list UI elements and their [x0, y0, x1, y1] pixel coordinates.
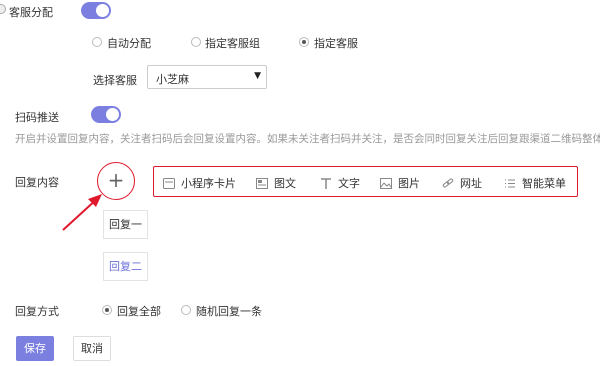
text-icon — [321, 177, 331, 189]
menu-item-label: 图片 — [398, 177, 420, 190]
scan-push-label: 扫码推送 — [15, 111, 59, 124]
link-icon — [442, 178, 454, 187]
reply-item-2[interactable]: 回复二 — [103, 252, 148, 281]
menu-item-miniprogram[interactable]: 小程序卡片 — [163, 175, 236, 191]
agent-select[interactable]: 小芝麻 ▼ — [147, 65, 267, 89]
chevron-down-icon: ▼ — [254, 71, 261, 81]
article-icon — [256, 177, 268, 189]
reply-type-menu: 小程序卡片 图文 文字 图片 网址 智能菜单 — [153, 166, 578, 197]
menu-item-article[interactable]: 图文 — [256, 175, 296, 191]
menu-list-icon — [505, 179, 515, 187]
select-agent-label: 选择客服 — [93, 74, 137, 87]
menu-item-label: 小程序卡片 — [181, 177, 236, 190]
menu-item-label: 网址 — [460, 177, 482, 190]
option-reply-all[interactable]: 回复全部 — [117, 303, 161, 319]
toggle-knob — [96, 4, 109, 17]
menu-item-image[interactable]: 图片 — [380, 175, 420, 191]
option-assign-group[interactable]: 指定客服组 — [205, 35, 260, 51]
miniprogram-card-icon — [163, 177, 175, 189]
toggle-knob — [106, 108, 119, 121]
radio-reply-random[interactable] — [181, 305, 191, 315]
menu-item-smart-menu[interactable]: 智能菜单 — [504, 175, 566, 191]
reply-item-1[interactable]: 回复一 — [103, 210, 148, 239]
menu-item-label: 图文 — [274, 177, 296, 190]
reply-mode-label: 回复方式 — [15, 305, 59, 318]
agent-select-value: 小芝麻 — [156, 73, 189, 86]
scan-push-hint: 开启并设置回复内容，关注者扫码后会回复设置内容。如果未关注者扫码并关注，是否会同… — [15, 133, 600, 145]
menu-item-label: 智能菜单 — [522, 177, 566, 190]
cancel-button[interactable]: 取消 — [73, 336, 111, 361]
help-icon — [0, 4, 6, 14]
radio-assign-agent[interactable] — [299, 37, 309, 47]
save-button[interactable]: 保存 — [16, 336, 54, 361]
menu-item-text[interactable]: 文字 — [320, 175, 360, 191]
image-icon — [380, 177, 392, 189]
option-reply-random[interactable]: 随机回复一条 — [196, 303, 262, 319]
radio-reply-all[interactable] — [102, 305, 112, 315]
reply-content-label: 回复内容 — [15, 176, 59, 189]
plus-icon: + — [107, 168, 125, 192]
menu-item-label: 文字 — [338, 177, 360, 190]
scan-push-toggle[interactable] — [91, 106, 121, 123]
radio-assign-group[interactable] — [191, 37, 201, 47]
customer-assign-label: 客服分配 — [9, 6, 53, 19]
option-auto-assign[interactable]: 自动分配 — [107, 35, 151, 51]
arrow-icon — [62, 194, 102, 231]
customer-assign-toggle[interactable] — [81, 2, 111, 19]
menu-item-link[interactable]: 网址 — [442, 175, 482, 191]
radio-auto-assign[interactable] — [92, 37, 102, 47]
option-assign-agent[interactable]: 指定客服 — [314, 35, 358, 51]
